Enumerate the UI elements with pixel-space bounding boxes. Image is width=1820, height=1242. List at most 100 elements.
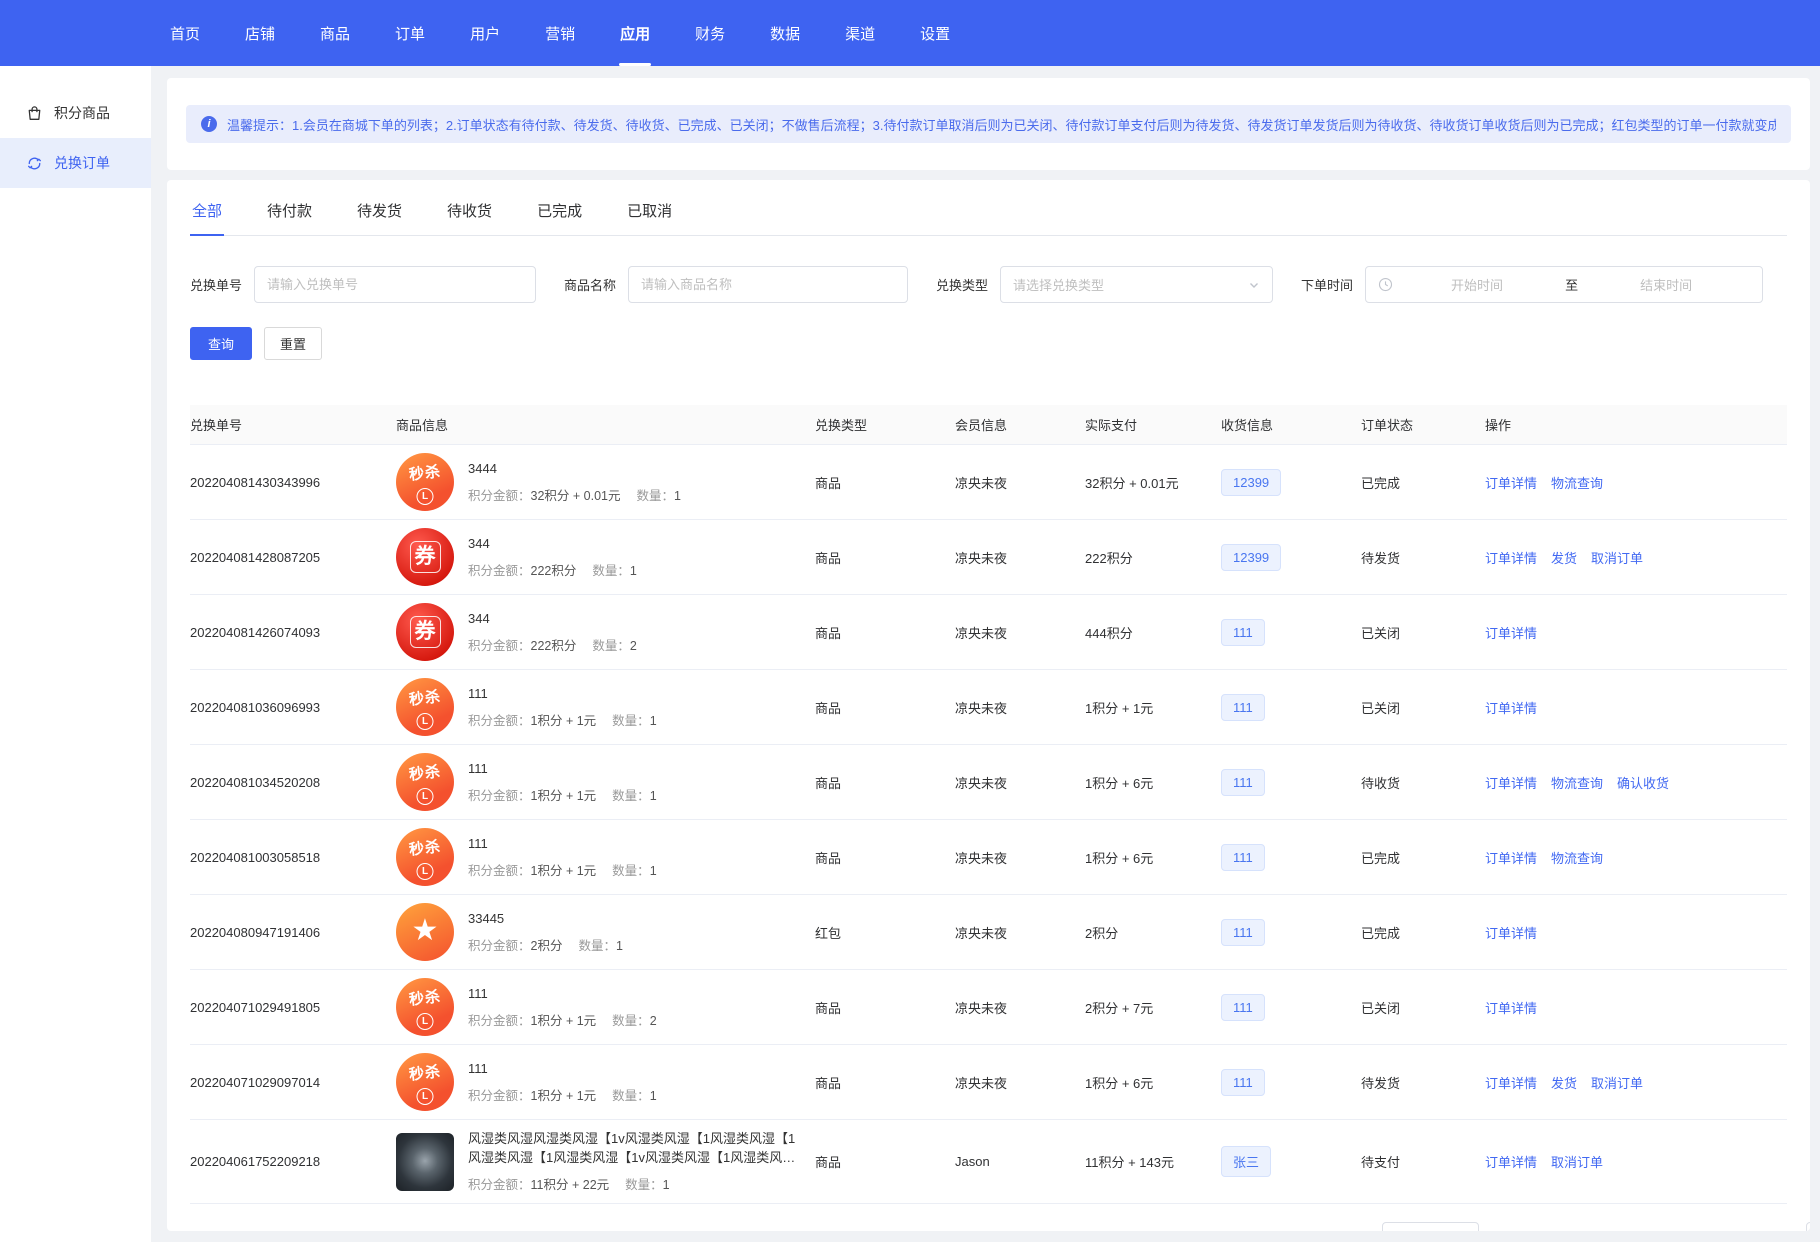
nav-item-3[interactable]: 商品 [320, 0, 350, 66]
product-meta: 积分金额：1积分 + 1元数量：1 [468, 710, 657, 729]
tab-6[interactable]: 已取消 [625, 184, 674, 236]
tab-2[interactable]: 待付款 [265, 184, 314, 236]
nav-item-4[interactable]: 订单 [395, 0, 425, 66]
action-link[interactable]: 物流查询 [1551, 773, 1603, 792]
product-image [396, 1133, 454, 1191]
action-link[interactable]: 订单详情 [1485, 848, 1537, 867]
action-link[interactable]: 发货 [1551, 1073, 1577, 1092]
nav-item-2[interactable]: 店铺 [245, 0, 275, 66]
product-meta: 积分金额：1积分 + 1元数量：1 [468, 860, 657, 879]
exchange-type: 商品 [815, 848, 955, 867]
product-image: 秒杀L [396, 978, 454, 1036]
product-meta: 积分金额：222积分数量：1 [468, 560, 637, 579]
exchange-type-select[interactable]: 请选择兑换类型 [1000, 266, 1273, 303]
order-no-input[interactable] [254, 266, 536, 303]
action-link[interactable]: 订单详情 [1485, 773, 1537, 792]
filter-buttons: 查询 重置 [190, 327, 1787, 360]
order-no-filter-label: 兑换单号 [190, 275, 242, 294]
order-time-range-picker[interactable]: 开始时间 至 结束时间 [1365, 266, 1763, 303]
action-link[interactable]: 确认收货 [1617, 773, 1669, 792]
order-no: 202204071029097014 [190, 1075, 396, 1090]
goto-label: 前往 [1772, 1228, 1798, 1232]
action-link[interactable]: 取消订单 [1591, 1073, 1643, 1092]
member-name: 凉央未夜 [955, 623, 1085, 642]
action-link[interactable]: 订单详情 [1485, 1073, 1537, 1092]
product-image: 秒杀L [396, 753, 454, 811]
nav-item-10[interactable]: 渠道 [845, 0, 875, 66]
sidebar-item-2[interactable]: 兑换订单 [0, 138, 151, 188]
order-no: 202204081430343996 [190, 475, 396, 490]
next-page-button[interactable]: › [1742, 1229, 1756, 1232]
table-row: 202204071029097014秒杀L111积分金额：1积分 + 1元数量：… [190, 1045, 1787, 1120]
prev-page-button[interactable]: ‹ [1503, 1229, 1517, 1232]
table-row: 202204080947191406★33445积分金额：2积分数量：1红包凉央… [190, 895, 1787, 970]
product-name: 111 [468, 835, 657, 854]
member-name: 凉央未夜 [955, 548, 1085, 567]
order-status: 已关闭 [1361, 998, 1485, 1017]
product-info-cell: ★33445积分金额：2积分数量：1 [396, 895, 815, 969]
action-link[interactable]: 物流查询 [1551, 473, 1603, 492]
page-numbers: 123456 [1528, 1222, 1730, 1231]
row-actions: 订单详情 [1485, 923, 1787, 942]
row-actions: 订单详情发货取消订单 [1485, 548, 1787, 567]
exchange-type: 商品 [815, 773, 955, 792]
page-number-3[interactable]: 3 [1598, 1222, 1625, 1231]
product-meta: 积分金额：11积分 + 22元数量：1 [468, 1174, 803, 1193]
order-no: 202204081003058518 [190, 850, 396, 865]
action-link[interactable]: 订单详情 [1485, 998, 1537, 1017]
reset-button[interactable]: 重置 [264, 327, 322, 360]
order-status: 待支付 [1361, 1152, 1485, 1171]
nav-item-11[interactable]: 设置 [920, 0, 950, 66]
actual-paid: 1积分 + 6元 [1085, 773, 1221, 792]
product-image: ★ [396, 903, 454, 961]
action-link[interactable]: 取消订单 [1591, 548, 1643, 567]
tab-1[interactable]: 全部 [190, 184, 224, 236]
order-status: 已关闭 [1361, 698, 1485, 717]
action-link[interactable]: 订单详情 [1485, 548, 1537, 567]
actual-paid: 2积分 + 7元 [1085, 998, 1221, 1017]
action-link[interactable]: 物流查询 [1551, 848, 1603, 867]
page-size-select[interactable]: 10条/页 [1382, 1222, 1479, 1231]
nav-item-9[interactable]: 数据 [770, 0, 800, 66]
product-name-input[interactable] [628, 266, 908, 303]
tab-4[interactable]: 待收货 [445, 184, 494, 236]
action-link[interactable]: 取消订单 [1551, 1152, 1603, 1171]
tab-3[interactable]: 待发货 [355, 184, 404, 236]
member-name: Jason [955, 1154, 1085, 1169]
col-order-no: 兑换单号 [190, 415, 396, 434]
table-row: 202204081430343996秒杀L3444积分金额：32积分 + 0.0… [190, 445, 1787, 520]
sidebar-item-label: 积分商品 [54, 103, 110, 123]
page-number-1[interactable]: 1 [1528, 1222, 1555, 1231]
action-link[interactable]: 订单详情 [1485, 1152, 1537, 1171]
goto-page-input[interactable] [1806, 1222, 1810, 1231]
nav-item-7[interactable]: 应用 [620, 0, 650, 66]
col-member-info: 会员信息 [955, 415, 1085, 434]
product-meta: 积分金额：1积分 + 1元数量：1 [468, 1085, 657, 1104]
nav-item-8[interactable]: 财务 [695, 0, 725, 66]
nav-item-1[interactable]: 首页 [170, 0, 200, 66]
page-number-6[interactable]: 6 [1703, 1222, 1730, 1231]
page-number-2[interactable]: 2 [1563, 1222, 1590, 1231]
order-status: 已完成 [1361, 848, 1485, 867]
product-info-cell: 风湿类风湿风湿类风湿【1v风湿类风湿【1风湿类风湿【1风湿类风湿【1风湿类风湿【… [396, 1122, 815, 1202]
product-info-cell: 秒杀L3444积分金额：32积分 + 0.01元数量：1 [396, 445, 815, 519]
nav-item-5[interactable]: 用户 [470, 0, 500, 66]
search-button[interactable]: 查询 [190, 327, 252, 360]
page-number-4[interactable]: 4 [1633, 1222, 1660, 1231]
table-row: 202204081034520208秒杀L111积分金额：1积分 + 1元数量：… [190, 745, 1787, 820]
nav-item-6[interactable]: 营销 [545, 0, 575, 66]
action-link[interactable]: 订单详情 [1485, 923, 1537, 942]
action-link[interactable]: 订单详情 [1485, 473, 1537, 492]
product-info-cell: 秒杀L111积分金额：1积分 + 1元数量：1 [396, 1045, 815, 1119]
page-number-5[interactable]: 5 [1668, 1222, 1695, 1231]
col-actual-paid: 实际支付 [1085, 415, 1221, 434]
action-link[interactable]: 订单详情 [1485, 623, 1537, 642]
col-actions: 操作 [1485, 415, 1787, 434]
sidebar-item-1[interactable]: 积分商品 [0, 88, 151, 138]
action-link[interactable]: 订单详情 [1485, 698, 1537, 717]
order-no: 202204081036096993 [190, 700, 396, 715]
tab-5[interactable]: 已完成 [535, 184, 584, 236]
action-link[interactable]: 发货 [1551, 548, 1577, 567]
pagination: 共 55 条 10条/页 ‹ 123456 › 前往 [190, 1222, 1810, 1231]
info-icon: i [201, 116, 217, 132]
